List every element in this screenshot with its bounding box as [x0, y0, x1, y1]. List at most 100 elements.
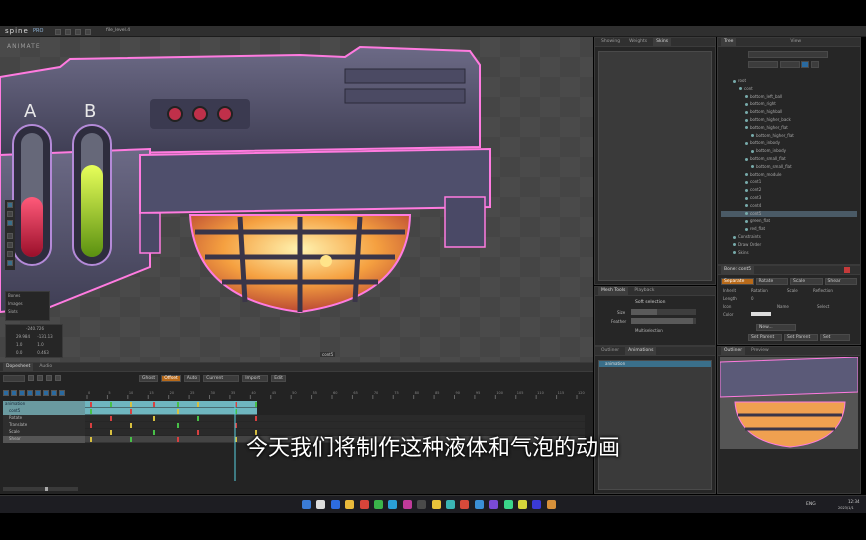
key-icon[interactable] — [46, 375, 52, 381]
filter-button[interactable] — [779, 61, 800, 68]
transform-row[interactable]: 29.984 -131.13 — [6, 334, 62, 341]
tree-item[interactable]: root — [721, 78, 857, 85]
tree-item[interactable]: bottom_small_flat — [721, 156, 857, 163]
multiselection-checkbox[interactable]: Multiselection — [635, 328, 663, 333]
separate-button[interactable]: Separate — [721, 278, 754, 285]
tab-audio[interactable]: Audio — [36, 363, 55, 371]
tree-item[interactable]: bottom_inbody — [721, 140, 857, 147]
taskbar-app-icon[interactable] — [489, 500, 499, 509]
view-dropdown[interactable]: View — [787, 38, 804, 46]
tree-item[interactable]: cont5 — [721, 210, 857, 218]
transform-row[interactable]: 0.0 0.463 — [6, 350, 62, 357]
taskbar-app-icon[interactable] — [330, 500, 340, 509]
settings-icon[interactable] — [85, 29, 91, 35]
tree-item[interactable]: green_flat — [721, 218, 857, 225]
tree-item[interactable]: bottom_small_flat — [721, 164, 857, 171]
tree-item[interactable]: cont2 — [721, 187, 857, 194]
taskbar-app-icon[interactable] — [532, 500, 542, 509]
taskbar-app-icon[interactable] — [460, 500, 470, 509]
tree-item[interactable]: bottom_inbody — [721, 148, 857, 155]
edit-button[interactable]: Edit — [271, 375, 286, 382]
option-bones[interactable]: Bones — [6, 293, 49, 300]
taskbar-app-icon[interactable] — [431, 500, 441, 509]
create-tool-icon[interactable] — [7, 220, 13, 226]
option-images[interactable]: Images — [6, 301, 49, 308]
tab-skins[interactable]: Skins — [653, 38, 672, 46]
set-parent-button[interactable]: Set Parent — [784, 334, 818, 341]
import-button[interactable]: Import — [242, 375, 269, 382]
auto-button[interactable]: Auto — [183, 375, 201, 382]
taskbar-app-icon[interactable] — [374, 500, 383, 509]
clock-date[interactable]: 2023/1/1 — [838, 506, 854, 510]
key-icon[interactable] — [55, 375, 61, 381]
tab-dopesheet[interactable]: Dopesheet — [3, 363, 34, 371]
taskbar-app-icon[interactable] — [402, 500, 412, 509]
tree-item[interactable]: Constraints — [721, 234, 857, 241]
taskbar-app-icon[interactable] — [503, 500, 513, 509]
loop-icon[interactable] — [59, 390, 65, 396]
timeline-dropdown[interactable] — [3, 375, 25, 382]
scale-tool-icon[interactable] — [7, 251, 13, 257]
play-reverse-icon[interactable] — [19, 390, 25, 396]
taskbar-app-icon[interactable] — [446, 500, 455, 509]
tree-item[interactable]: Skins — [721, 250, 857, 257]
rotate-tool-icon[interactable] — [7, 233, 13, 239]
taskbar-app-icon[interactable] — [359, 500, 369, 509]
animation-item[interactable]: animation — [599, 361, 711, 367]
tree-item[interactable]: bottom_higher_flat — [721, 125, 857, 132]
tree-item[interactable]: Draw Order — [721, 242, 857, 249]
tree-item[interactable]: cont3 — [721, 195, 857, 202]
weights-tool-icon[interactable] — [7, 211, 13, 217]
tab-animations[interactable]: Animations — [625, 347, 657, 355]
taskbar-app-icon[interactable] — [546, 500, 556, 509]
pose-tool-icon[interactable] — [7, 202, 13, 208]
color-swatch[interactable] — [751, 312, 771, 316]
set-parent-button[interactable]: Set Parent — [748, 334, 782, 341]
redo-icon[interactable] — [75, 29, 81, 35]
bone-color-swatch[interactable] — [844, 267, 850, 273]
last-frame-icon[interactable] — [51, 390, 57, 396]
viewport[interactable]: ANIMATE A B Bones Images Slots -240.726 … — [0, 37, 593, 362]
track-row[interactable]: Translate — [3, 422, 85, 429]
taskbar-app-icon[interactable] — [388, 500, 398, 509]
track-row[interactable]: animation — [3, 401, 85, 408]
tree-item[interactable]: cont4 — [721, 203, 857, 210]
feather-slider[interactable] — [631, 318, 696, 324]
tab-outliner-2[interactable]: Outliner — [721, 347, 746, 355]
tree-item[interactable]: cont1 — [721, 179, 857, 186]
prev-key-icon[interactable] — [11, 390, 17, 396]
taskbar-app-icon[interactable] — [417, 500, 427, 509]
taskbar-app-icon[interactable] — [518, 500, 527, 509]
track-row[interactable]: cont5 — [3, 408, 85, 415]
track-row[interactable]: Scale — [3, 429, 85, 436]
tree-item[interactable]: cont — [721, 86, 857, 93]
tree-item[interactable]: bottom_left_ball — [721, 94, 857, 101]
offset-button[interactable]: Offset — [161, 375, 181, 382]
stop-icon[interactable] — [27, 390, 33, 396]
next-key-icon[interactable] — [43, 390, 49, 396]
taskbar-app-icon[interactable] — [345, 500, 355, 509]
tree-item[interactable]: bottom_module — [721, 172, 857, 179]
tree-item[interactable]: bottom_right — [721, 101, 857, 108]
tree-item[interactable]: red_flat — [721, 226, 857, 233]
set-button[interactable]: Set — [820, 334, 850, 341]
language-indicator[interactable]: ENG — [806, 502, 816, 507]
show-images-button[interactable] — [810, 61, 819, 68]
option-slots[interactable]: Slots — [6, 309, 49, 316]
taskbar-app-icon[interactable] — [302, 500, 311, 509]
tree-search[interactable] — [748, 51, 828, 58]
tab-preview[interactable]: Preview — [748, 347, 772, 355]
tab-outliner[interactable]: Outliner — [598, 347, 622, 355]
undo-icon[interactable] — [65, 29, 71, 35]
show-bones-button[interactable] — [801, 61, 810, 68]
shear-tool-icon[interactable] — [7, 260, 13, 266]
tree-item[interactable]: bottom_higher_back — [721, 117, 857, 124]
tree-item[interactable]: bottom_higher_flat — [721, 133, 857, 140]
size-slider[interactable] — [631, 309, 696, 315]
filter-button[interactable] — [748, 61, 778, 68]
key-icon[interactable] — [28, 375, 34, 381]
transform-row[interactable]: 1.0 1.0 — [6, 342, 62, 349]
scale-button[interactable]: Scale — [790, 278, 823, 285]
tree-item[interactable]: bottom_highball — [721, 109, 857, 116]
key-icon[interactable] — [37, 375, 43, 381]
